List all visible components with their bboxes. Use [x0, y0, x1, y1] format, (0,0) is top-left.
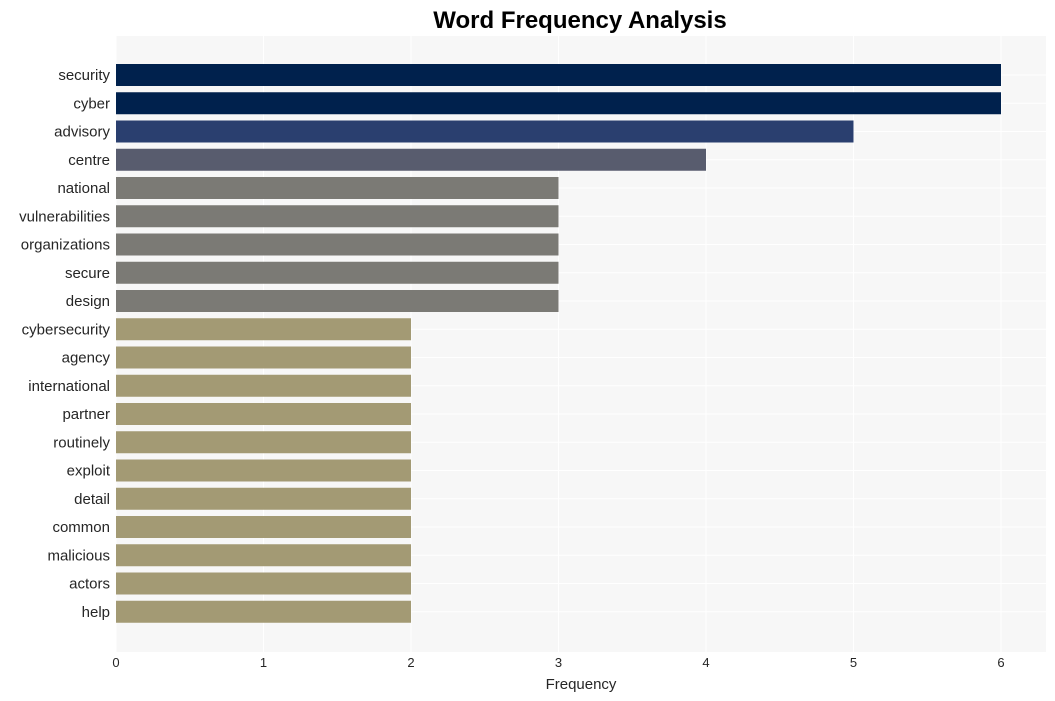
y-tick-label: partner	[62, 406, 110, 423]
y-tick-label: detail	[74, 491, 110, 508]
y-tick-label: security	[58, 67, 110, 84]
x-tick-label: 0	[112, 655, 119, 670]
y-tick-label: exploit	[67, 463, 111, 480]
y-tick-label: design	[66, 293, 110, 310]
x-tick-label: 5	[850, 655, 857, 670]
y-tick-label: routinely	[53, 434, 110, 451]
bar-help	[116, 600, 411, 623]
bar-agency	[116, 346, 411, 369]
y-tick-label: cyber	[73, 95, 110, 112]
y-tick-label: common	[52, 519, 110, 536]
x-tick-labels: 0 1 2 3 4 5 6	[112, 655, 1004, 670]
bar-security	[116, 64, 1001, 86]
y-tick-labels: security cyber advisory centre national vulne…	[19, 67, 111, 621]
y-tick-label: malicious	[47, 547, 110, 564]
bar-malicious	[116, 544, 411, 567]
y-tick-label: help	[82, 604, 110, 621]
y-tick-label: advisory	[54, 124, 110, 141]
bar-international	[116, 374, 411, 397]
bar-vulnerabilities	[116, 205, 559, 228]
x-tick-label: 3	[555, 655, 562, 670]
x-tick-label: 6	[997, 655, 1004, 670]
y-tick-label: national	[57, 180, 110, 197]
y-tick-label: organizations	[21, 237, 110, 254]
bar-exploit	[116, 459, 411, 482]
y-tick-label: agency	[62, 350, 111, 367]
y-tick-label: international	[28, 378, 110, 395]
y-tick-label: secure	[65, 265, 110, 282]
bar-detail	[116, 487, 411, 510]
bar-secure	[116, 261, 559, 284]
x-tick-label: 2	[407, 655, 414, 670]
y-tick-label: actors	[69, 576, 110, 593]
x-axis-label: Frequency	[546, 676, 617, 693]
y-tick-label: cybersecurity	[22, 321, 111, 338]
bar-common	[116, 516, 411, 538]
bar-design	[116, 290, 559, 312]
bar-partner	[116, 403, 411, 425]
bar-centre	[116, 148, 706, 171]
bar-cybersecurity	[116, 318, 411, 341]
bar-organizations	[116, 233, 559, 256]
bar-cyber	[116, 92, 1001, 115]
x-tick-label: 1	[260, 655, 267, 670]
bar-national	[116, 177, 559, 199]
chart-title: Word Frequency Analysis	[433, 7, 726, 34]
x-tick-label: 4	[702, 655, 709, 670]
bar-advisory	[116, 120, 854, 143]
y-tick-label: vulnerabilities	[19, 208, 110, 225]
word-frequency-chart: security cyber advisory centre national vulne…	[19, 7, 1046, 693]
y-tick-label: centre	[68, 152, 110, 169]
bar-actors	[116, 572, 411, 595]
bar-routinely	[116, 431, 411, 454]
